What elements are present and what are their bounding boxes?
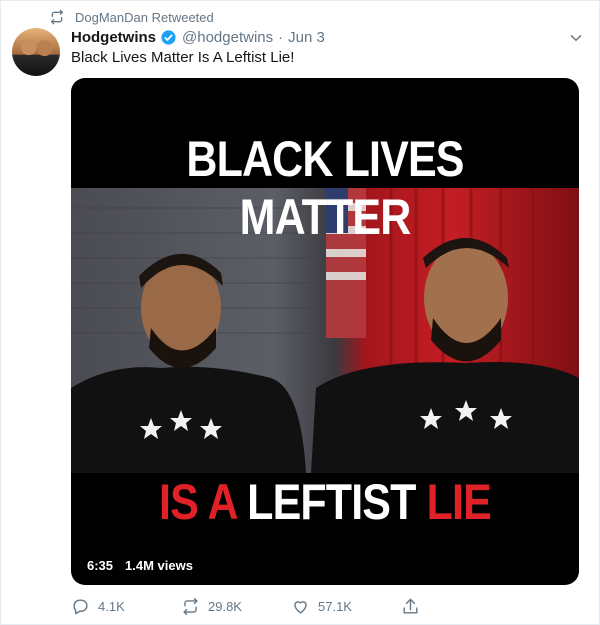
retweet-icon xyxy=(51,9,63,25)
retweet-context: DogManDan Retweeted xyxy=(49,9,214,25)
share-button[interactable] xyxy=(401,597,511,616)
author-name[interactable]: Hodgetwins xyxy=(71,29,156,46)
like-count: 57.1K xyxy=(318,598,352,614)
caption-part-lie: LIE xyxy=(426,474,492,530)
author-handle[interactable]: @hodgetwins xyxy=(182,29,273,46)
share-icon xyxy=(403,598,418,614)
tweet-card[interactable]: DogManDan Retweeted Hodgetwins @hodgetwi… xyxy=(0,0,600,625)
separator-dot: · xyxy=(278,28,284,46)
caption-part-leftist: LEFTIST xyxy=(247,474,416,530)
chevron-down-icon[interactable] xyxy=(567,29,585,47)
video-player[interactable]: BLACK LIVES MATTER IS A LEFTIST LIE 6:35… xyxy=(71,78,579,585)
avatar[interactable] xyxy=(12,28,60,76)
video-duration: 6:35 xyxy=(87,558,114,573)
tweet-header: Hodgetwins @hodgetwins · Jun 3 xyxy=(71,27,585,47)
tweet-actions: 4.1K 29.8K 57.1K xyxy=(71,595,511,617)
heart-icon xyxy=(294,600,307,614)
reply-button[interactable]: 4.1K xyxy=(71,597,181,616)
retweet-icon xyxy=(183,597,198,615)
video-caption-bottom: IS A LEFTIST LIE xyxy=(107,473,544,531)
retweet-label: DogManDan Retweeted xyxy=(75,9,214,25)
video-views: 1.4M views xyxy=(125,558,193,573)
tweet-text: Black Lives Matter Is A Leftist Lie! xyxy=(71,49,295,66)
like-button[interactable]: 57.1K xyxy=(291,597,401,616)
caption-part-is-a: IS A xyxy=(159,474,237,530)
reply-count: 4.1K xyxy=(98,598,125,614)
tweet-date[interactable]: Jun 3 xyxy=(288,29,325,46)
retweet-count: 29.8K xyxy=(208,598,242,614)
verified-badge-icon xyxy=(161,29,176,45)
retweet-button[interactable]: 29.8K xyxy=(181,597,291,616)
video-meta: 6:35 1.4M views xyxy=(87,558,193,573)
reply-icon xyxy=(73,598,88,614)
video-caption-top: BLACK LIVES MATTER xyxy=(186,131,464,245)
